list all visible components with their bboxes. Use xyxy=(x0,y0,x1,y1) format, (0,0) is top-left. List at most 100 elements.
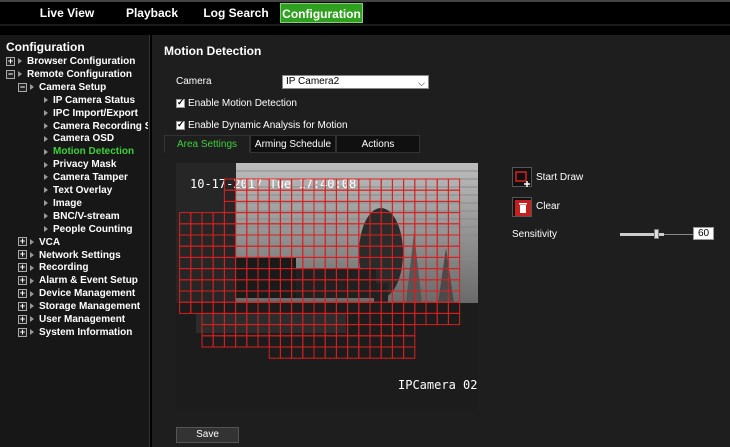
enable-motion-checkbox[interactable] xyxy=(176,97,185,108)
tree-arrow-icon xyxy=(18,71,22,78)
sidebar-item-label: Camera Tamper xyxy=(53,172,128,184)
tab-live-view[interactable]: Live View xyxy=(28,3,106,23)
sidebar-item-label: Recording xyxy=(39,262,89,274)
tree-arrow-icon xyxy=(30,264,34,271)
tree-arrow-icon xyxy=(18,58,22,65)
tree-arrow-icon xyxy=(30,251,34,258)
tab-playback[interactable]: Playback xyxy=(114,3,190,23)
sidebar-item[interactable]: IPC Import/Export xyxy=(44,107,148,120)
tree-arrow-icon xyxy=(44,97,48,104)
sidebar-item-label: Storage Management xyxy=(39,301,141,313)
sidebar-item[interactable]: + Browser Configuration xyxy=(6,55,148,68)
sidebar-item[interactable]: − Camera Setup xyxy=(18,81,148,94)
tab-log-search[interactable]: Log Search xyxy=(198,3,274,23)
sidebar-item-label: Network Settings xyxy=(39,249,121,261)
expand-icon[interactable]: + xyxy=(18,327,27,337)
expand-icon[interactable]: + xyxy=(18,289,27,299)
sidebar-item[interactable]: + Storage Management xyxy=(18,300,148,313)
tree-arrow-icon xyxy=(30,84,34,91)
sidebar-item[interactable]: Motion Detection xyxy=(44,145,148,158)
trash-icon xyxy=(515,200,531,216)
expand-icon[interactable]: + xyxy=(18,237,27,247)
top-navigation: Live View Playback Log Search Configurat… xyxy=(0,0,730,26)
sidebar-item-label: VCA xyxy=(39,236,61,248)
camera-select[interactable]: IP Camera2 ⌵ xyxy=(282,75,429,89)
sidebar-item-label: IP Camera Status xyxy=(53,94,136,106)
sidebar-item-label: Alarm & Event Setup xyxy=(39,275,138,287)
tree-arrow-icon xyxy=(44,200,48,207)
main-panel: Motion Detection Camera IP Camera2 ⌵ Ena… xyxy=(152,35,730,447)
chevron-down-icon: ⌵ xyxy=(418,78,425,88)
save-button[interactable]: Save xyxy=(176,427,239,443)
sidebar-item[interactable]: + Device Management xyxy=(18,287,148,300)
tab-arming-schedule[interactable]: Arming Schedule xyxy=(250,135,336,153)
sidebar-item-label: User Management xyxy=(39,314,126,325)
sidebar-item[interactable]: IP Camera Status xyxy=(44,94,148,107)
start-draw-button[interactable] xyxy=(512,167,532,187)
sidebar-item[interactable]: BNC/V-stream xyxy=(44,210,148,223)
sidebar-item-label: Image xyxy=(53,197,82,209)
expand-icon[interactable]: + xyxy=(18,250,27,260)
sidebar-item[interactable]: − Remote Configuration xyxy=(6,68,148,81)
sidebar-item[interactable]: + Recording xyxy=(18,261,148,274)
sidebar-item[interactable]: People Counting xyxy=(44,223,148,236)
tab-actions[interactable]: Actions xyxy=(336,135,420,153)
sensitivity-value-input[interactable]: 60 xyxy=(693,227,714,240)
sensitivity-slider-handle[interactable] xyxy=(654,229,660,239)
camera-label: Camera xyxy=(176,76,212,87)
sidebar-item[interactable]: Camera Tamper xyxy=(44,171,148,184)
tree-arrow-icon xyxy=(44,122,48,129)
expand-icon[interactable]: + xyxy=(18,314,27,324)
sidebar-item-label: Browser Configuration xyxy=(27,56,136,67)
tree-arrow-icon xyxy=(30,329,34,336)
tree-arrow-icon xyxy=(30,238,34,245)
clear-button[interactable] xyxy=(512,197,532,217)
sidebar-item[interactable]: + VCA xyxy=(18,236,148,249)
page-title: Motion Detection xyxy=(164,44,262,58)
sidebar-item-label: Camera OSD xyxy=(53,133,115,145)
enable-dynamic-label: Enable Dynamic Analysis for Motion xyxy=(188,120,348,131)
sidebar-item[interactable]: + Network Settings xyxy=(18,249,148,262)
tab-area-settings[interactable]: Area Settings xyxy=(164,135,250,153)
sidebar-item[interactable]: Image xyxy=(44,197,148,210)
sidebar-item[interactable]: Camera OSD xyxy=(44,132,148,145)
start-draw-label: Start Draw xyxy=(536,172,584,183)
tree-arrow-icon xyxy=(44,187,48,194)
sidebar-item[interactable]: Text Overlay xyxy=(44,184,148,197)
tree-arrow-icon xyxy=(30,303,34,310)
sidebar-item[interactable]: + System Information xyxy=(18,326,148,339)
enable-dynamic-checkbox[interactable] xyxy=(176,119,185,130)
sidebar-item-label: Motion Detection xyxy=(53,146,135,158)
draw-area-icon xyxy=(515,171,530,187)
collapse-icon[interactable]: − xyxy=(6,69,15,79)
expand-icon[interactable]: + xyxy=(18,301,27,311)
video-preview[interactable]: 10-17-2017 Tue 17:40:08 IPCamera 02 xyxy=(176,163,478,410)
expand-icon[interactable]: + xyxy=(6,56,15,66)
tree-arrow-icon xyxy=(30,316,34,323)
tree-arrow-icon xyxy=(30,290,34,297)
expand-icon[interactable]: + xyxy=(18,263,27,273)
tree-arrow-icon xyxy=(44,226,48,233)
sidebar-item[interactable]: Privacy Mask xyxy=(44,158,148,171)
settings-tabs: Area Settings Arming Schedule Actions xyxy=(164,135,420,153)
sidebar-item-label: Remote Configuration xyxy=(27,68,132,80)
sidebar: Configuration + Browser Configuration − Rem… xyxy=(0,35,150,447)
enable-motion-label: Enable Motion Detection xyxy=(188,98,297,109)
sidebar-item-label: People Counting xyxy=(53,223,133,235)
tree-arrow-icon xyxy=(44,135,48,142)
sidebar-item-label: Privacy Mask xyxy=(53,159,117,171)
sidebar-item-label: Device Management xyxy=(39,288,136,300)
collapse-icon[interactable]: − xyxy=(18,82,27,92)
sidebar-item[interactable]: Camera Recording Se xyxy=(44,120,148,133)
sidebar-item[interactable]: + User Management xyxy=(18,313,148,326)
sensitivity-connector xyxy=(664,234,694,235)
clear-label: Clear xyxy=(536,201,560,212)
sidebar-item[interactable]: + Alarm & Event Setup xyxy=(18,274,148,287)
video-scene: 10-17-2017 Tue 17:40:08 IPCamera 02 xyxy=(176,163,478,410)
expand-icon[interactable]: + xyxy=(18,276,27,286)
sidebar-item-label: IPC Import/Export xyxy=(53,107,139,119)
camera-select-value: IP Camera2 xyxy=(286,76,340,87)
tab-configuration[interactable]: Configuration xyxy=(280,3,363,23)
tree-arrow-icon xyxy=(44,109,48,116)
sidebar-item-label: BNC/V-stream xyxy=(53,210,120,222)
